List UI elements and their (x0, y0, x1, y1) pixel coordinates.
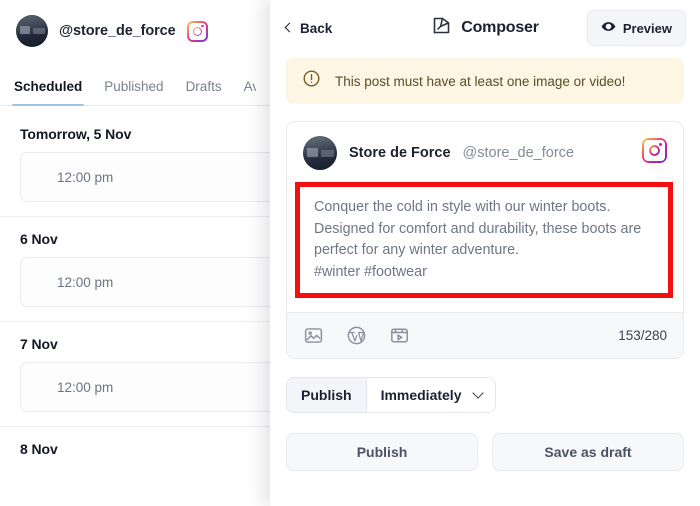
save-as-draft-button[interactable]: Save as draft (492, 433, 684, 471)
schedule-slot[interactable]: 12:00 pm (20, 152, 270, 202)
publish-button[interactable]: Publish (286, 433, 478, 471)
composer-actions: Publish Save as draft (286, 433, 684, 471)
avatar (16, 15, 48, 47)
video-icon[interactable] (389, 325, 410, 346)
account-handle: @store_de_force (59, 23, 176, 39)
tab-published[interactable]: Published (104, 79, 163, 105)
publish-timing-select[interactable]: Immediately (366, 378, 495, 412)
tab-awaiting[interactable]: Av (244, 79, 256, 105)
character-counter: 153/280 (618, 328, 667, 343)
tab-drafts[interactable]: Drafts (186, 79, 222, 105)
schedule-sidebar: @store_de_force Scheduled Published Draf… (0, 0, 270, 506)
day-label: 8 Nov (20, 441, 58, 457)
instagram-icon (642, 138, 667, 168)
schedule-slot[interactable]: 12:00 pm (20, 257, 270, 307)
tab-scheduled[interactable]: Scheduled (11, 79, 85, 106)
eye-icon (601, 19, 616, 37)
publish-timing-value: Immediately (380, 387, 462, 403)
back-button[interactable]: Back (284, 20, 333, 36)
post-body: Conquer the cold in style with our winte… (287, 182, 683, 298)
back-label: Back (300, 20, 333, 36)
alert-message: This post must have at least one image o… (335, 73, 626, 89)
day-group: 8 Nov (0, 427, 270, 467)
preview-button[interactable]: Preview (586, 10, 686, 46)
day-label: Tomorrow, 5 Nov (20, 126, 132, 142)
slot-time: 12:00 pm (57, 274, 114, 290)
post-caption-text[interactable]: Conquer the cold in style with our winte… (314, 197, 656, 283)
avatar (303, 136, 337, 170)
day-group: 6 Nov 12:00 pm (0, 217, 270, 322)
validation-alert: This post must have at least one image o… (286, 58, 684, 104)
app-root: @store_de_force Scheduled Published Draf… (0, 0, 700, 506)
chevron-left-icon (284, 22, 295, 33)
schedule-slot[interactable]: 12:00 pm (20, 362, 270, 412)
day-group: 7 Nov 12:00 pm (0, 322, 270, 427)
compose-pen-icon (431, 15, 452, 41)
day-group: Tomorrow, 5 Nov 12:00 pm (0, 112, 270, 217)
day-label: 7 Nov (20, 336, 58, 352)
author-handle: @store_de_force (462, 145, 574, 161)
publish-timing-row: Publish Immediately (286, 377, 684, 413)
wordpress-icon[interactable] (346, 325, 367, 346)
sidebar-tabs: Scheduled Published Drafts Av (0, 62, 270, 106)
schedule-list: Tomorrow, 5 Nov 12:00 pm 6 Nov 12:00 pm … (0, 106, 270, 506)
highlight-annotation: Conquer the cold in style with our winte… (295, 182, 673, 298)
publish-timing-control: Publish Immediately (286, 377, 496, 413)
image-icon[interactable] (303, 325, 324, 346)
account-bar: @store_de_force (0, 0, 270, 62)
day-label: 6 Nov (20, 231, 58, 247)
composer-panel: Back Composer Preview This post must hav… (270, 0, 700, 506)
slot-time: 12:00 pm (57, 379, 114, 395)
composer-toolbar: 153/280 (287, 312, 683, 358)
post-author-row: Store de Force @store_de_force (287, 122, 683, 176)
composer-header: Back Composer Preview (270, 0, 700, 56)
preview-label: Preview (622, 20, 672, 36)
post-preview-card: Store de Force @store_de_force Conquer t… (286, 121, 684, 359)
slot-time: 12:00 pm (57, 169, 114, 185)
chevron-down-icon (471, 387, 484, 399)
publish-label: Publish (287, 378, 367, 412)
instagram-icon (186, 20, 208, 42)
exclamation-circle-icon (302, 69, 321, 93)
page-title: Composer (461, 19, 539, 36)
author-name: Store de Force (349, 145, 451, 161)
